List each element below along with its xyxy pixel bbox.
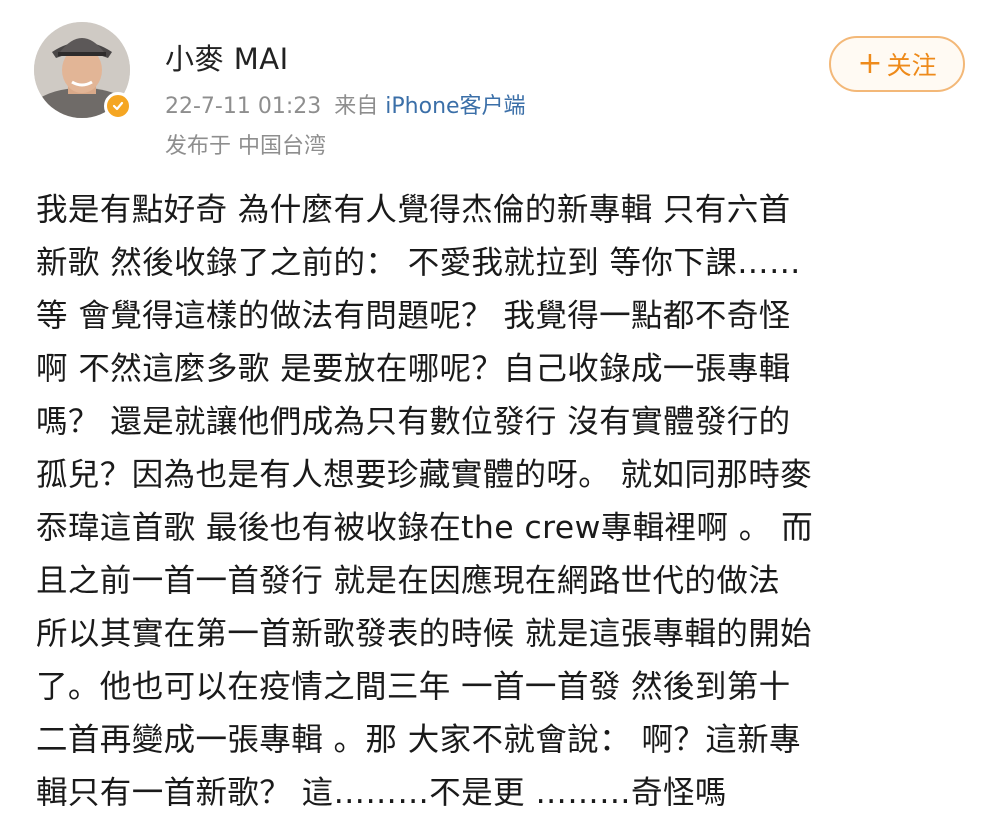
post-location: 发布于 中国台湾: [165, 134, 326, 159]
post-body: 我是有點好奇 為什麼有人覺得杰倫的新專輯 只有六首 新歌 然後收錄了之前的： 不…: [36, 184, 976, 820]
post-text-line: 我是有點好奇 為什麼有人覺得杰倫的新專輯 只有六首: [36, 192, 791, 228]
post-meta: 22-7-11 01:23 来自 iPhone客户端: [165, 88, 526, 120]
post-text-line: 二首再變成一張專輯 。那 大家不就會說： 啊？這新專: [36, 722, 801, 758]
verified-badge-icon: [104, 92, 132, 120]
post-header: 小麥 MAI 22-7-11 01:23 来自 iPhone客户端 发布于 中国…: [0, 0, 1000, 160]
post-text-line: 了。他也可以在疫情之間三年 一首一首發 然後到第十: [36, 669, 791, 705]
follow-button-label: 关注: [886, 51, 937, 80]
post-text-line: 且之前一首一首發行 就是在因應現在網路世代的做法: [36, 563, 781, 599]
post-text-line: 孤兒？因為也是有人想要珍藏實體的呀。 就如同那時麥: [36, 457, 813, 493]
post-text-line: 輯只有一首新歌？ 這………不是更 ………奇怪嗎: [36, 775, 727, 811]
post-timestamp: 22-7-11 01:23: [165, 94, 322, 119]
post-text-line: 啊 不然這麼多歌 是要放在哪呢？自己收錄成一張專輯: [36, 351, 791, 387]
post-text-line: 等 會覺得這樣的做法有問題呢？ 我覺得一點都不奇怪: [36, 298, 791, 334]
post-text-line: 忝瑋這首歌 最後也有被收錄在the crew專輯裡啊 。 而: [36, 510, 813, 546]
source-client-link[interactable]: iPhone客户端: [385, 94, 525, 119]
follow-button[interactable]: + 关注: [829, 36, 965, 92]
post-text-line: 嗎？ 還是就讓他們成為只有數位發行 沒有實體發行的: [36, 404, 791, 440]
post-text-line: 新歌 然後收錄了之前的： 不愛我就拉到 等你下課……: [36, 245, 801, 281]
plus-icon: +: [857, 46, 883, 81]
author-name[interactable]: 小麥 MAI: [165, 36, 289, 78]
source-prefix: 来自: [334, 94, 379, 119]
post-text-line: 所以其實在第一首新歌發表的時候 就是這張專輯的開始: [36, 616, 813, 652]
